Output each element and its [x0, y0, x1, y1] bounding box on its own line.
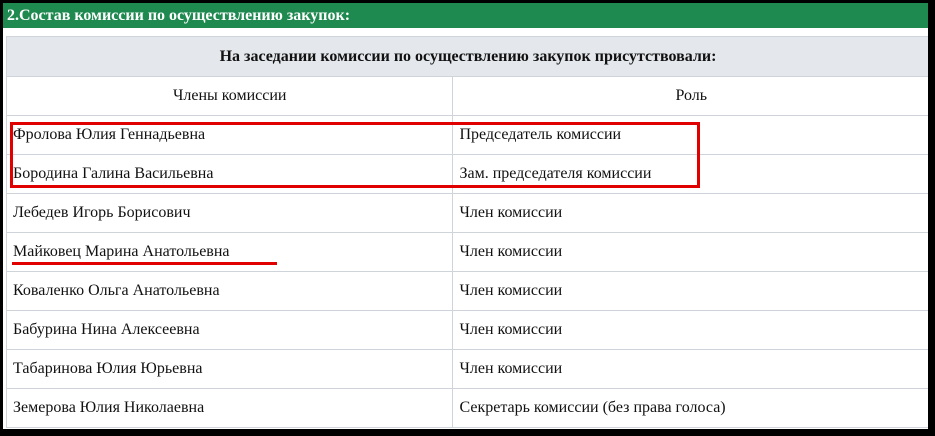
member-name: Табаринова Юлия Юрьевна	[5, 349, 454, 389]
table-row: Фролова Юлия Геннадьевна Председатель ко…	[5, 115, 928, 155]
member-name: Майковец Марина Анатольевна	[5, 232, 454, 272]
table-row: Лебедев Игорь Борисович Член комиссии	[5, 193, 928, 233]
table-caption-row: На заседании комиссии по осуществлению з…	[6, 36, 928, 77]
table-row: Майковец Марина Анатольевна Член комисси…	[5, 232, 928, 272]
member-role: Член комиссии	[452, 271, 928, 311]
table-row: Бородина Галина Васильевна Зам. председа…	[5, 154, 928, 194]
member-name: Бабурина Нина Алексеевна	[5, 310, 454, 350]
member-name: Коваленко Ольга Анатольевна	[5, 271, 454, 311]
table-row: Коваленко Ольга Анатольевна Член комисси…	[5, 271, 928, 311]
column-header-members: Члены комиссии	[5, 76, 454, 116]
column-header-role: Роль	[452, 76, 928, 116]
table-header-row: Члены комиссии Роль	[5, 76, 928, 116]
member-role: Председатель комиссии	[452, 115, 928, 155]
table-row: Бабурина Нина Алексеевна Член комиссии	[5, 310, 928, 350]
member-name: Бородина Галина Васильевна	[5, 154, 454, 194]
member-role: Член комиссии	[452, 193, 928, 233]
member-role: Член комиссии	[452, 349, 928, 389]
member-role: Секретарь комиссии (без права голоса)	[452, 388, 928, 428]
member-name: Фролова Юлия Геннадьевна	[5, 115, 454, 155]
section-title: 2.Состав комиссии по осуществлению закуп…	[3, 3, 928, 28]
commission-members-table: На заседании комиссии по осуществлению з…	[5, 36, 928, 428]
member-role: Член комиссии	[452, 232, 928, 272]
table-row: Земерова Юлия Николаевна Секретарь комис…	[5, 388, 928, 428]
member-name: Земерова Юлия Николаевна	[5, 388, 454, 428]
document-frame: 2.Состав комиссии по осуществлению закуп…	[3, 3, 928, 429]
member-role: Зам. председателя комиссии	[452, 154, 928, 194]
table-caption: На заседании комиссии по осуществлению з…	[6, 36, 928, 77]
member-name: Лебедев Игорь Борисович	[5, 193, 454, 233]
member-role: Член комиссии	[452, 310, 928, 350]
table-row: Табаринова Юлия Юрьевна Член комиссии	[5, 349, 928, 389]
